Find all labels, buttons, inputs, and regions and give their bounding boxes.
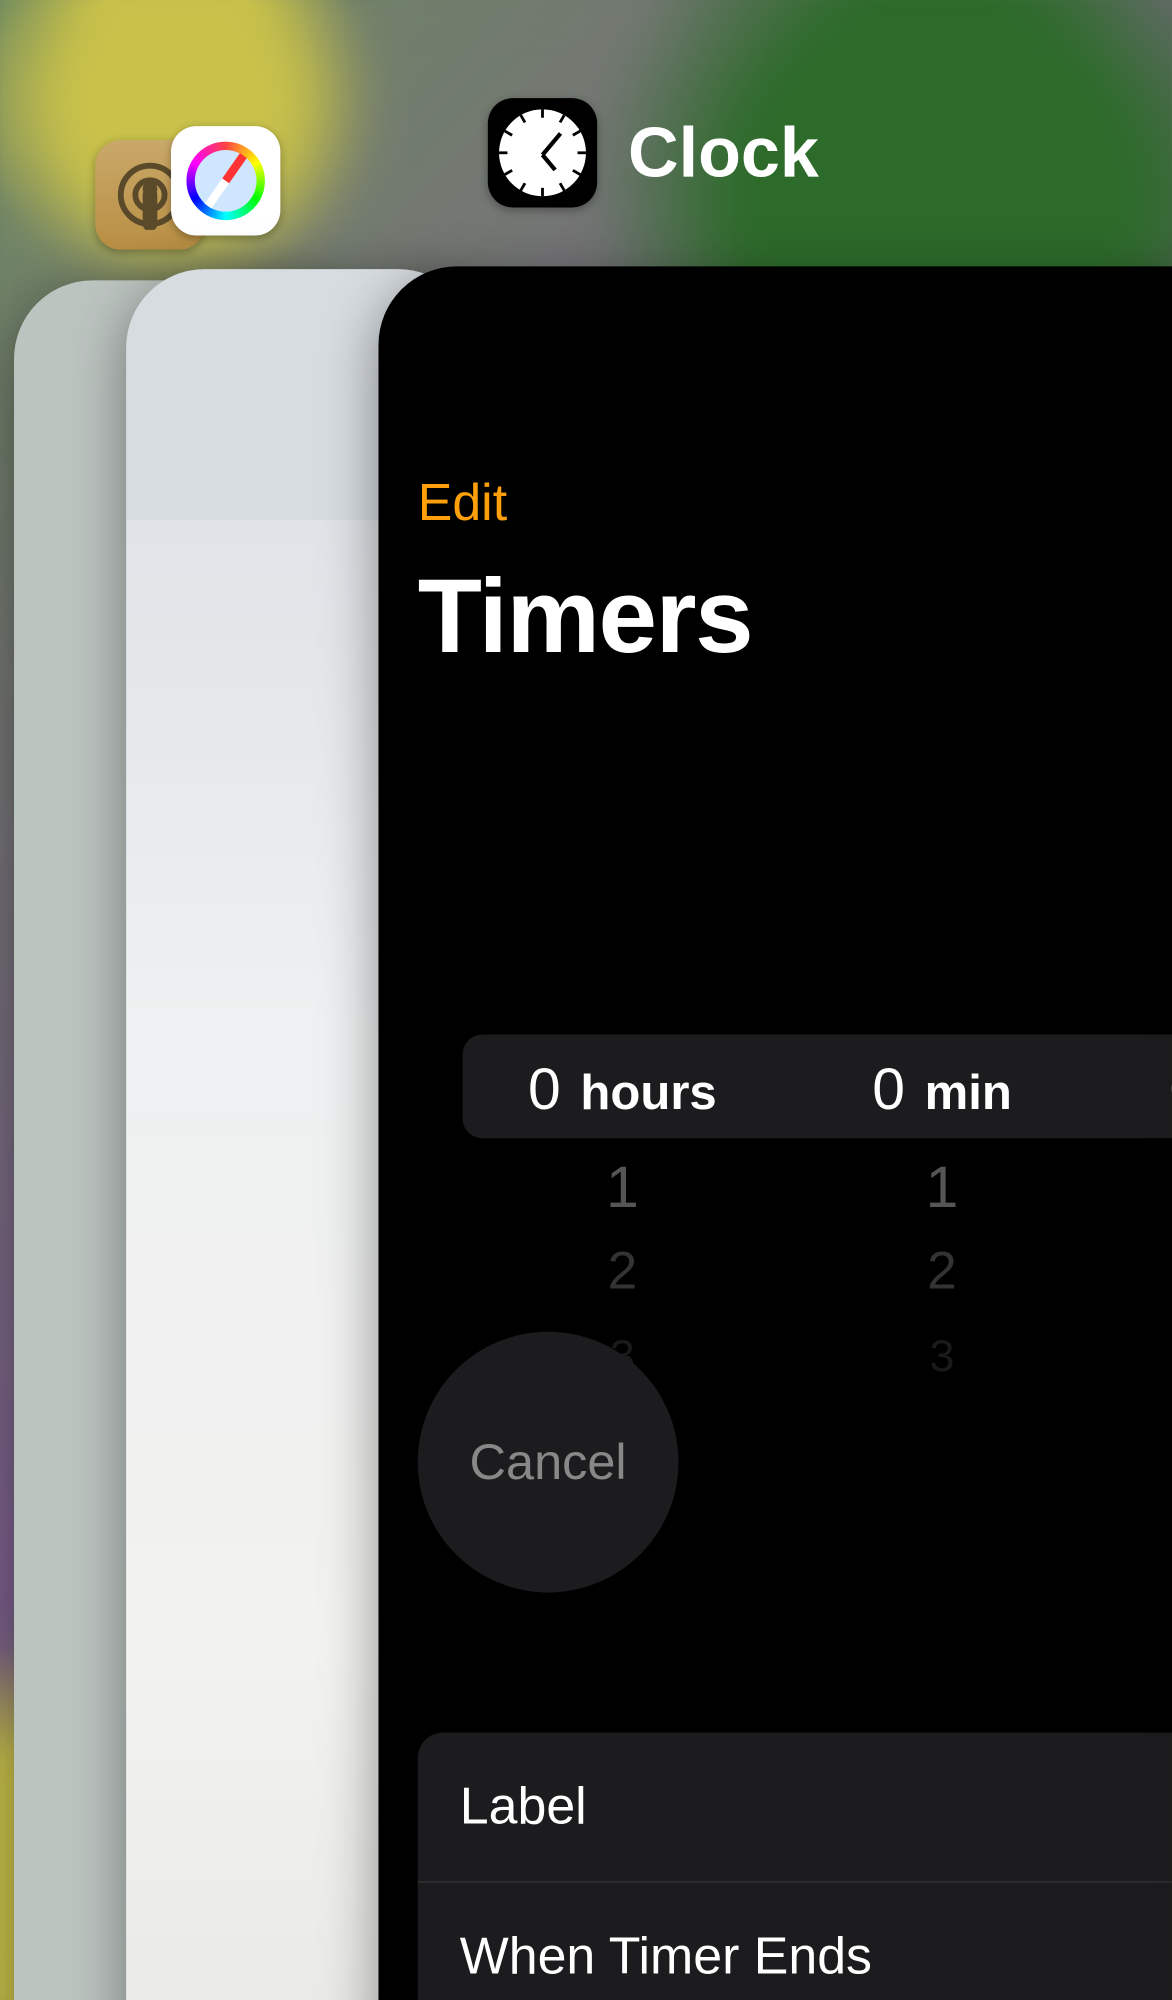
page-title: Timers — [418, 555, 752, 676]
label-row[interactable]: Label — [418, 1733, 1172, 1883]
timer-options-list: Label When Timer Ends — [418, 1733, 1172, 2000]
safari-icon — [171, 126, 280, 235]
edit-button[interactable]: Edit — [418, 474, 507, 533]
app-card-clock[interactable]: Edit Timers 0hours 1 2 3 0min 1 2 3 0 2 … — [378, 266, 1172, 2000]
picker-minutes-column[interactable]: 0min 1 2 3 — [782, 1063, 1102, 1456]
clock-app-label: Clock — [628, 112, 819, 193]
clock-app-icon — [488, 98, 597, 207]
cancel-button[interactable]: Cancel — [418, 1332, 679, 1593]
app-switcher-item-clock[interactable]: Clock — [488, 98, 819, 207]
picker-seconds-column[interactable]: 0 2 3 — [1102, 1063, 1172, 1456]
when-timer-ends-row[interactable]: When Timer Ends — [418, 1883, 1172, 2000]
